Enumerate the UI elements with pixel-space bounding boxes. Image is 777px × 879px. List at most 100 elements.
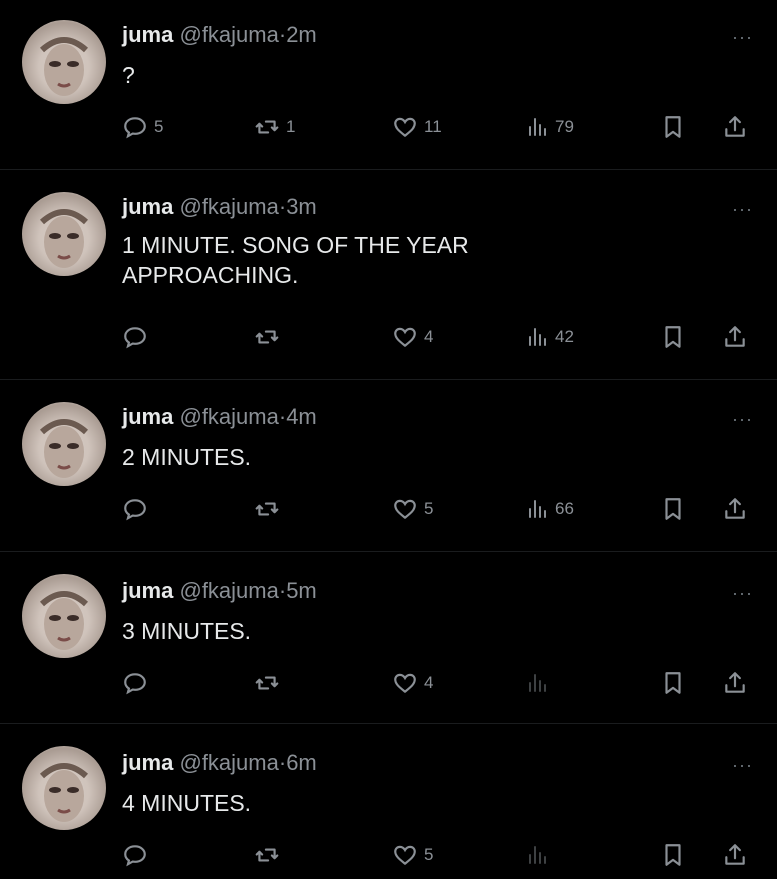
reply-button[interactable] <box>122 666 154 700</box>
share-button[interactable] <box>722 666 748 700</box>
reply-button[interactable] <box>122 838 154 872</box>
like-button[interactable]: 4 <box>392 666 433 700</box>
tweet-text-line: 1 MINUTE. SONG OF THE YEAR <box>122 232 469 258</box>
retweet-icon <box>255 502 279 516</box>
views-button[interactable] <box>527 838 555 872</box>
user-handle[interactable]: @fkajuma <box>179 194 278 219</box>
reply-icon <box>124 327 146 349</box>
tweet-text: 2 MINUTES. <box>122 442 722 472</box>
tweet-text: 4 MINUTES. <box>122 788 722 818</box>
timestamp[interactable]: 4m <box>286 404 317 429</box>
user-handle[interactable]: @fkajuma <box>179 750 278 775</box>
heart-icon <box>394 673 416 694</box>
retweet-button[interactable] <box>254 666 286 700</box>
user-handle[interactable]: @fkajuma <box>179 404 278 429</box>
reply-button[interactable] <box>122 492 154 526</box>
reply-button[interactable]: 5 <box>122 110 163 144</box>
avatar[interactable] <box>22 192 106 276</box>
retweet-icon <box>255 120 279 134</box>
views-bar-chart-icon <box>529 674 546 692</box>
view-count: 79 <box>555 117 574 136</box>
display-name[interactable]: juma <box>122 22 173 47</box>
display-name[interactable]: juma <box>122 194 173 219</box>
tweet[interactable]: juma @fkajuma·5m ··· 3 MINUTES. 4 <box>0 552 777 724</box>
retweet-button[interactable] <box>254 838 286 872</box>
tweet[interactable]: juma @fkajuma·3m ··· 1 MINUTE. SONG OF T… <box>0 170 777 380</box>
timestamp[interactable]: 6m <box>286 750 317 775</box>
reply-icon <box>124 673 146 695</box>
views-bar-chart-icon <box>529 328 546 346</box>
tweet-text-line: APPROACHING. <box>122 262 299 288</box>
views-bar-chart-icon <box>529 500 546 518</box>
more-options-icon[interactable]: ··· <box>732 200 753 218</box>
share-button[interactable] <box>722 110 748 144</box>
tweet[interactable]: juma @fkajuma·2m ··· ? 5 1 11 79 <box>0 0 777 170</box>
more-options-icon[interactable]: ··· <box>732 28 753 46</box>
avatar[interactable] <box>22 20 106 104</box>
like-button[interactable]: 11 <box>392 110 442 144</box>
tweet-text-line: 2 MINUTES. <box>122 444 252 470</box>
retweet-button[interactable] <box>254 320 286 354</box>
reply-icon <box>124 499 146 521</box>
views-button[interactable]: 66 <box>527 492 574 526</box>
heart-icon <box>394 845 416 866</box>
bookmark-button[interactable] <box>660 666 686 700</box>
tweet-actions: 4 <box>0 666 777 700</box>
tweet[interactable]: juma @fkajuma·6m ··· 4 MINUTES. 5 <box>0 724 777 879</box>
share-icon <box>725 498 745 519</box>
retweet-button[interactable]: 1 <box>254 110 295 144</box>
more-options-icon[interactable]: ··· <box>732 584 753 602</box>
timestamp[interactable]: 5m <box>286 578 317 603</box>
bookmark-icon <box>665 672 681 694</box>
tweet-actions: 4 42 <box>0 320 777 354</box>
share-button[interactable] <box>722 320 748 354</box>
tweet-actions: 5 <box>0 838 777 872</box>
views-button[interactable] <box>527 666 555 700</box>
avatar[interactable] <box>22 746 106 830</box>
avatar[interactable] <box>22 402 106 486</box>
like-button[interactable]: 5 <box>392 838 433 872</box>
share-icon <box>725 844 745 865</box>
bookmark-button[interactable] <box>660 320 686 354</box>
reply-button[interactable] <box>122 320 154 354</box>
timestamp[interactable]: 2m <box>286 22 317 47</box>
timestamp[interactable]: 3m <box>286 194 317 219</box>
retweet-icon <box>255 676 279 690</box>
tweet-text: 3 MINUTES. <box>122 616 722 646</box>
heart-icon <box>394 117 416 138</box>
like-count: 5 <box>424 845 434 864</box>
views-button[interactable]: 42 <box>527 320 574 354</box>
tweet[interactable]: juma @fkajuma·4m ··· 2 MINUTES. 5 66 <box>0 380 777 552</box>
tweet-text: ? <box>122 60 722 90</box>
like-button[interactable]: 4 <box>392 320 433 354</box>
tweet-text: 1 MINUTE. SONG OF THE YEAR APPROACHING. <box>122 230 722 290</box>
display-name[interactable]: juma <box>122 750 173 775</box>
tweet-text-line: 4 MINUTES. <box>122 790 252 816</box>
views-button[interactable]: 79 <box>527 110 574 144</box>
display-name[interactable]: juma <box>122 404 173 429</box>
more-options-icon[interactable]: ··· <box>732 410 753 428</box>
user-handle[interactable]: @fkajuma <box>179 578 278 603</box>
like-button[interactable]: 5 <box>392 492 433 526</box>
retweet-icon <box>255 848 279 862</box>
like-count: 4 <box>424 673 434 692</box>
bookmark-button[interactable] <box>660 492 686 526</box>
display-name[interactable]: juma <box>122 578 173 603</box>
tweet-actions: 5 1 11 79 <box>0 110 777 144</box>
avatar[interactable] <box>22 574 106 658</box>
share-button[interactable] <box>722 492 748 526</box>
share-button[interactable] <box>722 838 748 872</box>
share-icon <box>725 326 745 347</box>
like-count: 4 <box>424 327 434 346</box>
tweet-actions: 5 66 <box>0 492 777 526</box>
bookmark-icon <box>665 844 681 866</box>
retweet-count: 1 <box>286 117 296 136</box>
user-handle[interactable]: @fkajuma <box>179 22 278 47</box>
bookmark-icon <box>665 498 681 520</box>
retweet-button[interactable] <box>254 492 286 526</box>
bookmark-icon <box>665 326 681 348</box>
bookmark-button[interactable] <box>660 838 686 872</box>
bookmark-button[interactable] <box>660 110 686 144</box>
more-options-icon[interactable]: ··· <box>732 756 753 774</box>
retweet-icon <box>255 330 279 344</box>
